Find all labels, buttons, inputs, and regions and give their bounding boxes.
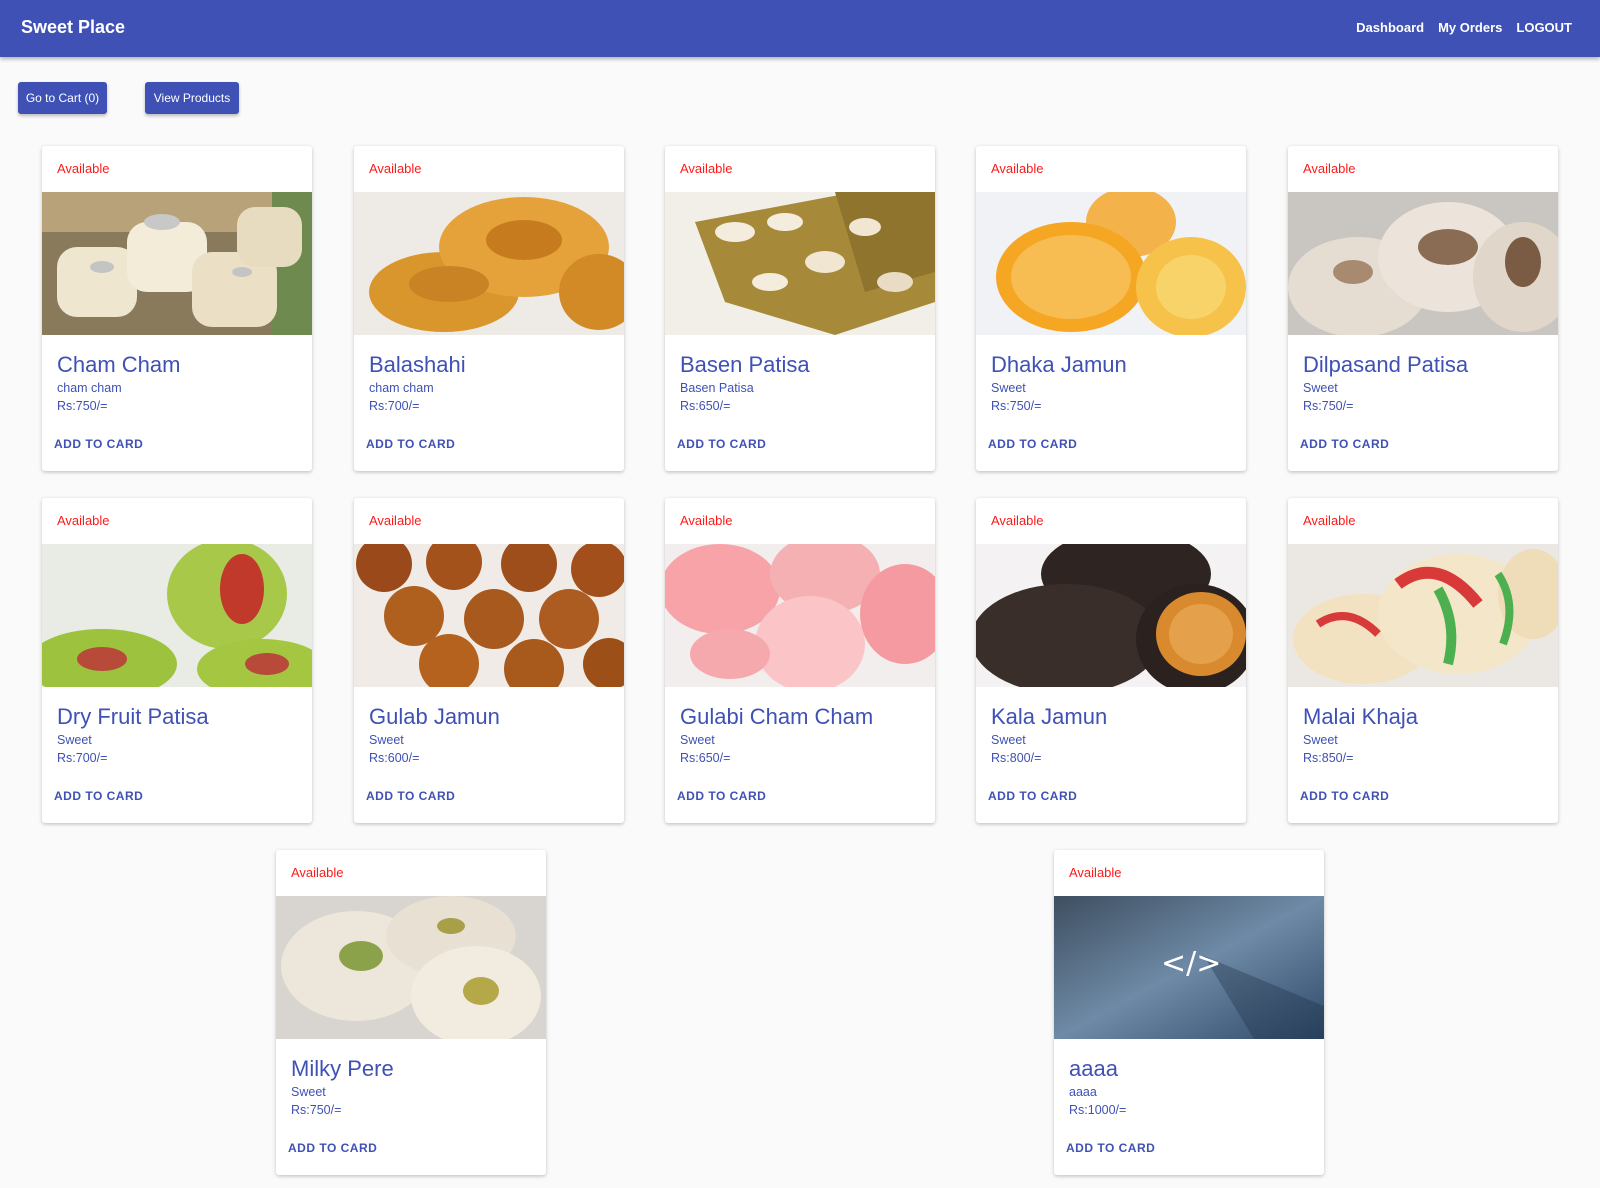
product-name: aaaa xyxy=(1069,1056,1118,1081)
availability-status: Available xyxy=(1303,161,1356,176)
add-to-card-button[interactable]: ADD TO CARD xyxy=(1293,783,1396,809)
product-price: Rs:700/= xyxy=(369,399,420,413)
product-name: Gulab Jamun xyxy=(369,704,500,729)
product-price: Rs:750/= xyxy=(291,1103,342,1117)
product-card: Available Gulab Jamun Sweet Rs:600/= ADD… xyxy=(354,498,624,823)
add-to-card-button[interactable]: ADD TO CARD xyxy=(670,783,773,809)
product-description: Sweet xyxy=(1303,381,1338,395)
product-image xyxy=(1288,544,1558,687)
availability-status: Available xyxy=(1069,865,1122,880)
product-card: Available Malai Khaja Sweet Rs:850/= ADD… xyxy=(1288,498,1558,823)
product-description: Sweet xyxy=(1303,733,1338,747)
product-price: Rs:800/= xyxy=(991,751,1042,765)
product-card: Available Dilpasand Patisa Sweet Rs:750/… xyxy=(1288,146,1558,471)
product-name: Dilpasand Patisa xyxy=(1303,352,1469,377)
product-name: Kala Jamun xyxy=(991,704,1108,729)
product-image xyxy=(276,896,546,1039)
product-card: Available Kala Jamun Sweet Rs:800/= ADD … xyxy=(976,498,1246,823)
add-to-card-button[interactable]: ADD TO CARD xyxy=(1293,431,1396,457)
availability-status: Available xyxy=(991,161,1044,176)
product-name: Dry Fruit Patisa xyxy=(57,704,209,729)
product-description: Sweet xyxy=(991,733,1026,747)
product-card: Available Basen Patisa Basen Patisa Rs:6… xyxy=(665,146,935,471)
product-description: Sweet xyxy=(291,1085,326,1099)
availability-status: Available xyxy=(57,513,110,528)
product-price: Rs:650/= xyxy=(680,399,731,413)
add-to-card-button[interactable]: ADD TO CARD xyxy=(670,431,773,457)
product-price: Rs:650/= xyxy=(680,751,731,765)
product-card: Available Gulabi Cham Cham Sweet Rs:650/… xyxy=(665,498,935,823)
product-image xyxy=(42,192,312,335)
product-price: Rs:750/= xyxy=(991,399,1042,413)
add-to-card-button[interactable]: ADD TO CARD xyxy=(359,783,462,809)
product-card: Available </> aaaa aaaa Rs:1000/= ADD TO… xyxy=(1054,850,1324,1175)
code-icon: </> xyxy=(1161,946,1222,981)
product-image xyxy=(354,192,624,335)
product-image xyxy=(665,192,935,335)
product-price: Rs:700/= xyxy=(57,751,108,765)
product-image xyxy=(665,544,935,687)
product-name: Dhaka Jamun xyxy=(991,352,1127,377)
product-card: Available Cham Cham cham cham Rs:750/= A… xyxy=(42,146,312,471)
product-price: Rs:750/= xyxy=(57,399,108,413)
availability-status: Available xyxy=(991,513,1044,528)
product-name: Milky Pere xyxy=(291,1056,394,1081)
product-price: Rs:1000/= xyxy=(1069,1103,1127,1117)
add-to-card-button[interactable]: ADD TO CARD xyxy=(281,1135,384,1161)
product-name: Cham Cham xyxy=(57,352,181,377)
availability-status: Available xyxy=(680,513,733,528)
product-card: Available Dry Fruit Patisa Sweet Rs:700/… xyxy=(42,498,312,823)
product-description: Sweet xyxy=(991,381,1026,395)
product-description: cham cham xyxy=(369,381,434,395)
product-card: Available Dhaka Jamun Sweet Rs:750/= ADD… xyxy=(976,146,1246,471)
product-name: Gulabi Cham Cham xyxy=(680,704,874,729)
product-description: Basen Patisa xyxy=(680,381,754,395)
product-image xyxy=(976,192,1246,335)
add-to-card-button[interactable]: ADD TO CARD xyxy=(981,783,1084,809)
availability-status: Available xyxy=(291,865,344,880)
nav-logout-link[interactable]: LOGOUT xyxy=(1516,20,1572,35)
product-image xyxy=(976,544,1246,687)
product-image xyxy=(1288,192,1558,335)
product-description: aaaa xyxy=(1069,1085,1097,1099)
availability-status: Available xyxy=(1303,513,1356,528)
app-title[interactable]: Sweet Place xyxy=(21,17,125,38)
view-products-button[interactable]: View Products xyxy=(145,82,239,114)
product-image: </> xyxy=(1054,896,1324,1039)
app-bar: Sweet Place Dashboard My Orders LOGOUT xyxy=(0,0,1600,57)
product-description: Sweet xyxy=(680,733,715,747)
product-price: Rs:600/= xyxy=(369,751,420,765)
product-card: Available Milky Pere Sweet Rs:750/= ADD … xyxy=(276,850,546,1175)
availability-status: Available xyxy=(369,513,422,528)
add-to-card-button[interactable]: ADD TO CARD xyxy=(359,431,462,457)
product-name: Balashahi xyxy=(369,352,466,377)
add-to-card-button[interactable]: ADD TO CARD xyxy=(47,783,150,809)
nav-my-orders-link[interactable]: My Orders xyxy=(1438,20,1502,35)
nav-links: Dashboard My Orders LOGOUT xyxy=(1356,20,1572,35)
availability-status: Available xyxy=(369,161,422,176)
product-card: Available Balashahi cham cham Rs:700/= A… xyxy=(354,146,624,471)
add-to-card-button[interactable]: ADD TO CARD xyxy=(981,431,1084,457)
product-description: cham cham xyxy=(57,381,122,395)
product-name: Basen Patisa xyxy=(680,352,810,377)
add-to-card-button[interactable]: ADD TO CARD xyxy=(1059,1135,1162,1161)
product-description: Sweet xyxy=(369,733,404,747)
product-price: Rs:850/= xyxy=(1303,751,1354,765)
product-name: Malai Khaja xyxy=(1303,704,1418,729)
add-to-card-button[interactable]: ADD TO CARD xyxy=(47,431,150,457)
nav-dashboard-link[interactable]: Dashboard xyxy=(1356,20,1424,35)
availability-status: Available xyxy=(680,161,733,176)
product-image xyxy=(354,544,624,687)
product-description: Sweet xyxy=(57,733,92,747)
go-to-cart-button[interactable]: Go to Cart (0) xyxy=(18,82,107,114)
product-image xyxy=(42,544,312,687)
availability-status: Available xyxy=(57,161,110,176)
product-price: Rs:750/= xyxy=(1303,399,1354,413)
